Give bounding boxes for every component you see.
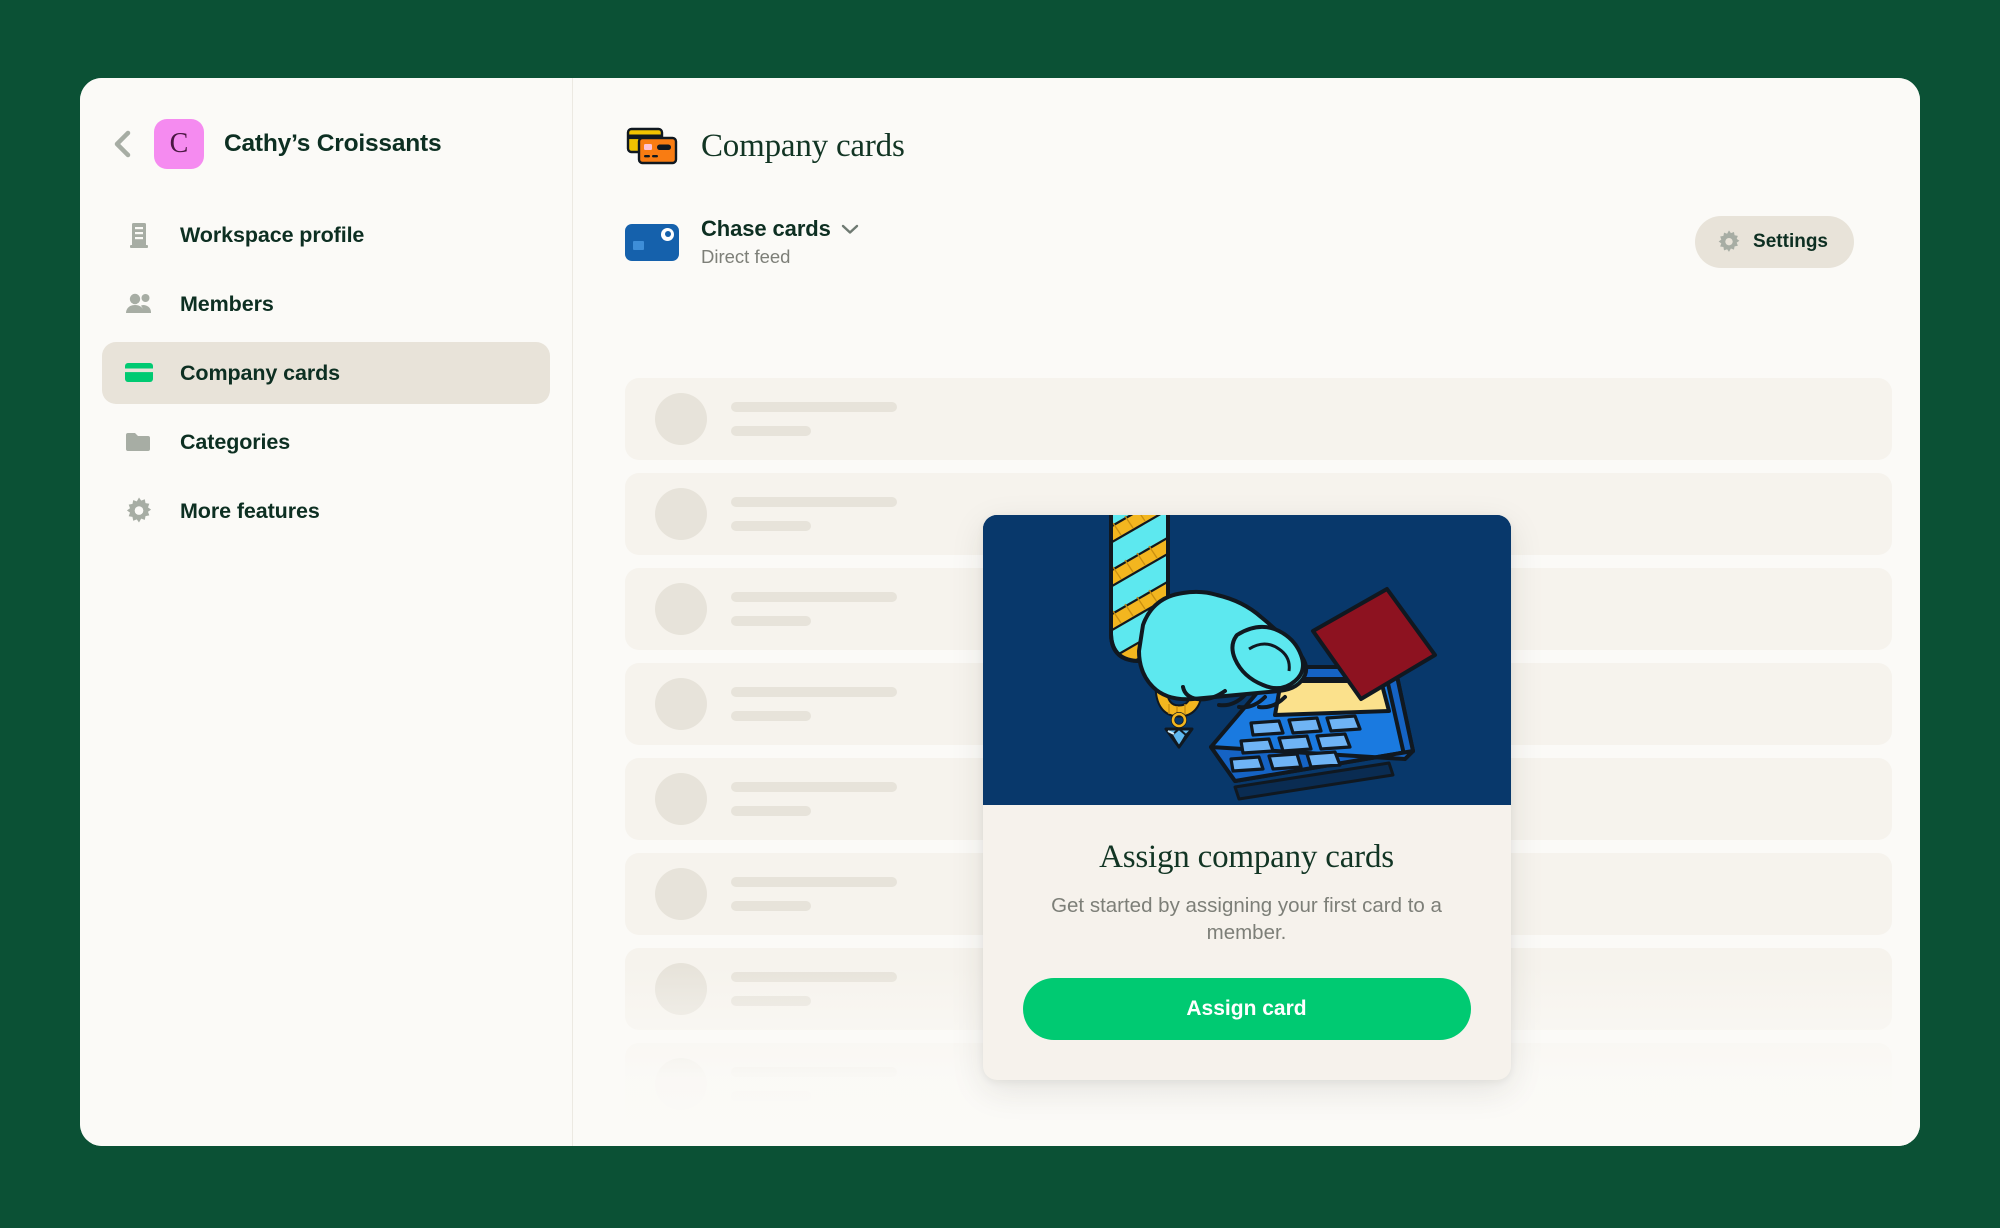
- skeleton-line-secondary: [731, 806, 811, 816]
- modal-description: Get started by assigning your first card…: [1051, 894, 1442, 944]
- avatar-initial: C: [169, 128, 189, 159]
- hand-tapping-card-on-terminal-illustration: [982, 515, 1511, 805]
- gear-icon: [124, 496, 154, 526]
- card-feed-name: Chase cards: [701, 216, 831, 241]
- skeleton-line-primary: [731, 687, 897, 697]
- main-content: Company cards Chase cards Direct feed Se…: [573, 78, 1920, 1146]
- sidebar-item-label: Company cards: [180, 360, 341, 385]
- sidebar-item-more-features[interactable]: More features: [102, 480, 550, 542]
- skeleton-lines: [731, 782, 897, 816]
- skeleton-lines: [731, 497, 897, 531]
- sidebar-item-company-cards[interactable]: Company cards: [102, 342, 550, 404]
- sidebar-nav: Workspace profile Members Company cards …: [80, 204, 572, 542]
- skeleton-line-secondary: [731, 426, 811, 436]
- app-window: C Cathy’s Croissants Workspace profile M…: [80, 78, 1920, 1146]
- skeleton-avatar: [655, 488, 707, 540]
- skeleton-line-primary: [731, 497, 897, 507]
- skeleton-line-primary: [731, 782, 897, 792]
- skeleton-line-secondary: [731, 711, 811, 721]
- two-cards-icon: [625, 126, 679, 166]
- workspace-header: C Cathy’s Croissants: [80, 78, 572, 182]
- sidebar-item-label: Members: [180, 291, 274, 316]
- workspace-name: Cathy’s Croissants: [224, 130, 442, 157]
- page-title: Company cards: [701, 127, 905, 164]
- skeleton-avatar: [655, 393, 707, 445]
- people-icon: [124, 289, 154, 319]
- skeleton-lines: [731, 592, 897, 626]
- skeleton-line-primary: [731, 1067, 897, 1077]
- chevron-down-icon: [841, 223, 859, 235]
- skeleton-line-primary: [731, 972, 897, 982]
- building-icon: [124, 220, 154, 250]
- sidebar-item-label: More features: [180, 498, 320, 523]
- skeleton-line-secondary: [731, 521, 811, 531]
- gear-icon: [1717, 230, 1741, 254]
- skeleton-avatar: [655, 678, 707, 730]
- skeleton-line-secondary: [731, 901, 811, 911]
- card-list-skeleton-row: [625, 378, 1892, 460]
- skeleton-avatar: [655, 1058, 707, 1110]
- sidebar: C Cathy’s Croissants Workspace profile M…: [80, 78, 573, 1146]
- skeleton-lines: [731, 402, 897, 436]
- card-feed-row: Chase cards Direct feed Settings: [573, 196, 1920, 288]
- modal-title: Assign company cards: [1099, 839, 1394, 875]
- card-feed-selector[interactable]: Chase cards: [701, 216, 859, 242]
- card-chip: [633, 240, 644, 250]
- settings-button[interactable]: Settings: [1695, 216, 1854, 268]
- modal-body: Assign company cards Get started by assi…: [983, 805, 1511, 1080]
- sidebar-item-categories[interactable]: Categories: [102, 411, 550, 473]
- sidebar-item-members[interactable]: Members: [102, 273, 550, 335]
- skeleton-lines: [731, 687, 897, 721]
- skeleton-avatar: [655, 963, 707, 1015]
- skeleton-avatar: [655, 583, 707, 635]
- back-button[interactable]: [100, 122, 144, 166]
- card-feed-subtitle: Direct feed: [701, 246, 791, 267]
- skeleton-lines: [731, 972, 897, 1006]
- skeleton-line-primary: [731, 402, 897, 412]
- chevron-left-icon: [111, 129, 133, 159]
- assign-cards-modal: Assign company cards Get started by assi…: [982, 515, 1511, 1080]
- skeleton-line-primary: [731, 592, 897, 602]
- screen: C Cathy’s Croissants Workspace profile M…: [0, 0, 2000, 1228]
- folder-icon: [124, 427, 154, 457]
- credit-card-icon: [124, 358, 154, 388]
- skeleton-avatar: [655, 773, 707, 825]
- skeleton-line-secondary: [731, 1091, 811, 1101]
- skeleton-line-secondary: [731, 996, 811, 1006]
- sidebar-item-label: Workspace profile: [180, 222, 365, 247]
- avatar[interactable]: C: [154, 119, 204, 169]
- sidebar-item-workspace-profile[interactable]: Workspace profile: [102, 204, 550, 266]
- settings-button-label: Settings: [1753, 231, 1828, 252]
- skeleton-lines: [731, 877, 897, 911]
- assign-card-button[interactable]: Assign card: [1022, 978, 1471, 1040]
- sidebar-item-label: Categories: [180, 429, 291, 454]
- page-header: Company cards: [573, 78, 1920, 182]
- skeleton-avatar: [655, 868, 707, 920]
- skeleton-line-secondary: [731, 616, 811, 626]
- skeleton-line-primary: [731, 877, 897, 887]
- skeleton-lines: [731, 1067, 897, 1101]
- card-list-skeleton-row: [625, 1138, 1892, 1146]
- blue-card-icon: [625, 223, 679, 261]
- card-feed-text: Chase cards Direct feed: [701, 216, 859, 268]
- card-badge: [661, 227, 674, 241]
